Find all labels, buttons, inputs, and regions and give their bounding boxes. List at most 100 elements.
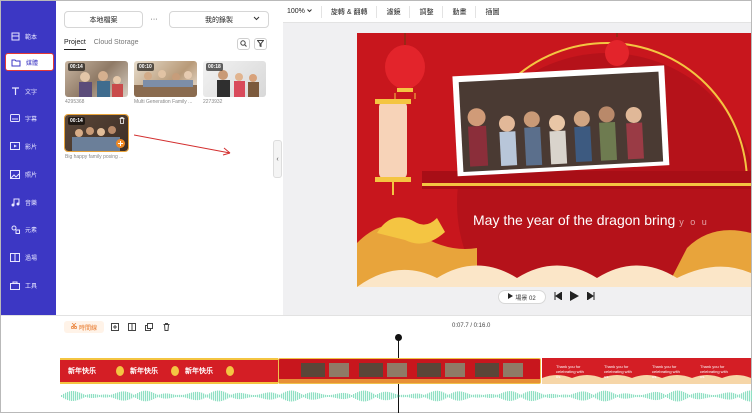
search-button[interactable] bbox=[237, 38, 250, 50]
filter-button[interactable]: 濾鏡 bbox=[377, 5, 411, 18]
tab-cloud-storage[interactable]: Cloud Storage bbox=[94, 39, 139, 50]
media-panel: 本地檔案 ··· 我的錄製 Project Cloud Storage 00:1… bbox=[56, 1, 276, 315]
time-display: 0:07.7 / 0:16.0 bbox=[452, 323, 491, 329]
sidebar-item-label: 影片 bbox=[25, 144, 38, 151]
text-icon bbox=[10, 86, 20, 96]
media-caption: 2273932 bbox=[203, 99, 223, 105]
video-icon bbox=[10, 141, 20, 151]
headline-text: May the year of the dragon bring bbox=[473, 212, 676, 228]
preview-headline: May the year of the dragon bring y o u bbox=[473, 212, 709, 228]
delete-icon[interactable] bbox=[161, 321, 171, 333]
headline-fade-text: y o u bbox=[679, 217, 709, 227]
clip-label: Thank you for celebrating with us. bbox=[556, 364, 584, 379]
media-thumbnail[interactable]: 00:14 bbox=[65, 61, 128, 97]
transition-icon bbox=[10, 252, 20, 262]
sidebar-item-label: 音樂 bbox=[25, 200, 38, 207]
chevron-down-icon bbox=[307, 8, 312, 15]
duration-badge: 00:14 bbox=[68, 117, 85, 125]
sidebar-item-label: 過場 bbox=[25, 255, 38, 262]
scene-selector-button[interactable]: 場景 02 bbox=[498, 290, 546, 304]
my-recordings-dropdown[interactable]: 我的錄製 bbox=[169, 11, 269, 28]
adjust-button[interactable]: 調整 bbox=[410, 5, 444, 18]
media-thumbnail[interactable]: 00:18 bbox=[203, 61, 266, 97]
animation-button[interactable]: 動畫 bbox=[443, 5, 477, 18]
audio-waveform[interactable] bbox=[61, 390, 752, 402]
sidebar-item-templates[interactable]: 範本 bbox=[5, 27, 54, 45]
tools-icon bbox=[10, 280, 20, 290]
duration-badge: 00:14 bbox=[68, 63, 85, 71]
timeline-clip-1[interactable]: 新年快乐 新年快乐 新年快乐 bbox=[60, 358, 278, 384]
clip-label: 新年快乐 bbox=[185, 368, 213, 375]
skip-forward-icon[interactable] bbox=[586, 291, 595, 302]
tab-project[interactable]: Project bbox=[64, 39, 86, 50]
media-caption: Multi Generation Family ... bbox=[134, 99, 193, 105]
sidebar-item-label: 範本 bbox=[25, 34, 38, 41]
duration-badge: 00:10 bbox=[137, 63, 154, 71]
scene-label: 場景 02 bbox=[515, 295, 536, 302]
media-thumbnail-selected[interactable]: 00:14 bbox=[64, 114, 129, 152]
video-preview: May the year of the dragon bring y o u bbox=[357, 33, 751, 287]
my-recordings-label: 我的錄製 bbox=[205, 16, 233, 24]
elements-icon bbox=[10, 224, 20, 234]
sidebar-item-label: 字幕 bbox=[25, 116, 38, 123]
media-caption: 4295368 bbox=[65, 99, 85, 105]
rotate-flip-button[interactable]: 旋轉 & 翻轉 bbox=[322, 5, 378, 18]
template-icon bbox=[10, 31, 20, 41]
search-icon bbox=[240, 39, 247, 49]
sidebar-item-label: 元素 bbox=[25, 227, 38, 234]
sidebar-item-label: 照片 bbox=[25, 172, 38, 179]
play-small-icon bbox=[508, 293, 514, 301]
add-track-icon[interactable] bbox=[110, 321, 120, 333]
image-icon bbox=[10, 169, 20, 179]
timeline-clip-3[interactable]: Thank you for celebrating with us. Thank… bbox=[542, 358, 751, 384]
collapse-panel-button[interactable]: ‹ bbox=[273, 140, 282, 178]
duration-badge: 00:18 bbox=[206, 63, 223, 71]
sidebar-item-label: 文字 bbox=[25, 89, 38, 96]
preview-artwork bbox=[357, 33, 751, 287]
filter-button[interactable] bbox=[254, 38, 267, 50]
sidebar-item-subtitles[interactable]: 字幕 bbox=[5, 109, 54, 127]
duplicate-icon[interactable] bbox=[144, 321, 154, 333]
music-icon bbox=[10, 197, 20, 207]
split-icon[interactable] bbox=[127, 321, 137, 333]
delete-icon[interactable] bbox=[119, 117, 125, 126]
add-to-timeline-button[interactable] bbox=[116, 139, 125, 148]
sidebar-item-media[interactable]: 媒體 bbox=[5, 53, 54, 71]
timeline-mode-button[interactable]: 時間線 bbox=[64, 321, 104, 333]
clip-label: 新年快乐 bbox=[130, 368, 158, 375]
folder-icon bbox=[11, 57, 21, 67]
subtitle-icon bbox=[10, 113, 20, 123]
scissors-icon bbox=[70, 322, 78, 331]
media-tabs: Project Cloud Storage bbox=[64, 39, 139, 50]
clip-label: Thank you for celebrating with us. bbox=[604, 364, 632, 379]
timeline-label: 時間線 bbox=[78, 325, 97, 332]
sidebar-item-text[interactable]: 文字 bbox=[5, 82, 54, 100]
clip-label: 新年快乐 bbox=[68, 368, 96, 375]
clip-label: Thank you for celebrating with us. bbox=[652, 364, 680, 379]
playback-controls: 場景 02 bbox=[498, 289, 612, 305]
more-options-button[interactable]: ··· bbox=[145, 11, 163, 28]
sidebar-item-label: 工具 bbox=[25, 283, 38, 290]
local-files-button[interactable]: 本地檔案 bbox=[64, 11, 143, 28]
edit-toolbar: 100% 旋轉 & 翻轉 濾鏡 調整 動畫 插圖 bbox=[283, 1, 751, 23]
zoom-level: 100% bbox=[287, 8, 305, 15]
annotation-arrow bbox=[134, 134, 231, 156]
media-thumbnail[interactable]: 00:10 bbox=[134, 61, 197, 97]
illustration-button[interactable]: 插圖 bbox=[476, 6, 508, 18]
zoom-dropdown[interactable]: 100% bbox=[283, 5, 322, 18]
timeline-clip-2-selected[interactable] bbox=[278, 358, 541, 384]
sidebar-item-tools[interactable]: 工具 bbox=[5, 276, 54, 294]
filter-icon bbox=[256, 39, 265, 49]
play-icon[interactable] bbox=[570, 291, 579, 303]
sidebar-item-transitions[interactable]: 過場 bbox=[5, 248, 54, 266]
timeline: 時間線 0:07.7 / 0:16.0 新年快乐 新年快乐 新年快乐 Thank… bbox=[1, 315, 752, 413]
skip-back-icon[interactable] bbox=[554, 291, 563, 302]
sidebar: 範本 媒體 文字 字幕 影片 照片 音樂 元素 過場 工具 bbox=[1, 1, 56, 315]
sidebar-item-video[interactable]: 影片 bbox=[5, 137, 54, 155]
sidebar-item-music[interactable]: 音樂 bbox=[5, 193, 54, 211]
chevron-down-icon bbox=[253, 16, 260, 23]
sidebar-item-elements[interactable]: 元素 bbox=[5, 220, 54, 238]
sidebar-item-label: 媒體 bbox=[26, 60, 39, 67]
sidebar-item-photos[interactable]: 照片 bbox=[5, 165, 54, 183]
clip-label: Thank you for celebrating with us. bbox=[700, 364, 728, 379]
